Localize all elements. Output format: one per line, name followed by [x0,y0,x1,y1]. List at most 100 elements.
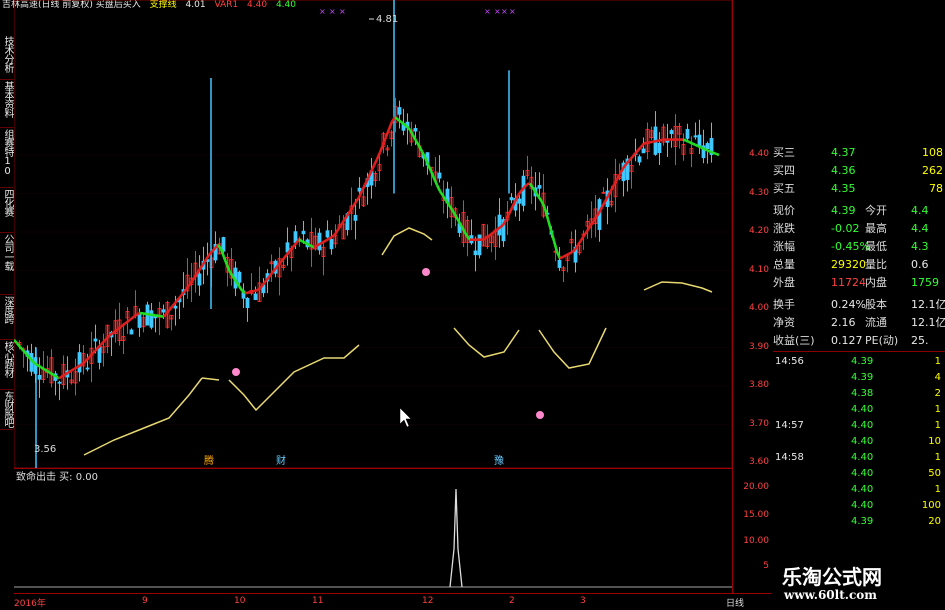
stat-label: 总量 [773,256,795,274]
ma-line-segment [53,375,56,377]
candle-body [670,130,673,133]
sidebar-tab-5[interactable]: 公司一载 [0,234,13,295]
stat2-row: 换手0.24%股本12.1亿 [773,296,945,314]
sidebar-tab-6[interactable]: 深度跨 [0,296,13,340]
tick-volume: 20 [928,514,941,530]
indicator-tick: 10.00 [743,536,769,546]
candle-body [686,129,689,138]
event-marker: × [319,7,326,16]
ma-line-segment [401,122,404,124]
ma-line-segment [506,214,509,220]
ma-line-segment [44,369,47,371]
candle-body [246,298,249,307]
ma-line-segment [554,241,557,252]
stat-value: 11724 [831,274,866,292]
tick-row: 14:584.401 [773,450,945,466]
time-label: 10 [234,596,245,606]
stat-label: 现价 [773,202,795,220]
ma-line-segment [653,141,656,142]
ask-price: 4.36 [831,162,856,180]
candle-body [150,311,153,328]
tick-volume: 50 [928,466,941,482]
candle-body [174,306,177,308]
stat2-label-2: PE(动) [865,332,898,350]
stat-value-2: 4.4 [911,220,929,238]
news-marker[interactable]: 豫 [494,454,504,467]
ma-line-segment [434,178,437,185]
high-label: 4.81 [376,14,398,25]
candle-body [78,353,81,372]
tick-price: 4.38 [851,386,873,402]
stat-label: 外盘 [773,274,795,292]
candlestick-chart[interactable]: 4.813.56×××××××腾财豫 [14,0,732,468]
ask-row: 买五4.3578 [773,180,945,198]
tick-row: 4.40100 [773,498,945,514]
price-axis: 4.404.304.204.104.003.903.803.703.60 [732,0,773,468]
ask-label: 买五 [773,180,795,198]
news-marker[interactable]: 财 [276,454,286,467]
ask-price: 4.35 [831,180,856,198]
ma-line-segment [239,286,242,291]
oscillator-line [454,328,519,357]
tick-row: 4.38 2 [773,386,945,402]
ma-line-segment [317,244,320,246]
ma-line-segment [644,143,647,144]
time-axis: 2016年910111223日线 [14,593,772,610]
ma-line-segment [164,313,167,317]
price-tick: 4.20 [749,226,769,236]
sidebar-tab-7[interactable]: 核心题材 [0,341,13,390]
ma-line-segment [20,347,23,350]
ask-label: 买三 [773,144,795,162]
ma-line-segment [440,191,443,196]
sidebar-tab-1[interactable]: 技术分析 [0,36,13,80]
tick-price: 4.39 [851,514,873,530]
candle-body [538,185,541,188]
stat2-value: 2.16 [831,314,856,332]
ask-label: 买四 [773,162,795,180]
tick-time: 14:56 [775,354,804,370]
indicator-chart[interactable]: 致命出击 买: 0.00 [14,468,732,594]
candle-body [518,199,521,203]
ma-line-segment [59,376,62,378]
sidebar-tab-2[interactable]: 基本资料 [0,81,13,128]
ma-line-segment [284,254,287,258]
tick-row: 4.4050 [773,466,945,482]
ma-line-segment [410,130,413,135]
tick-volume: 2 [935,386,941,402]
ma-line-segment [362,185,365,191]
ma-line-segment [77,365,80,367]
news-marker[interactable]: 腾 [204,454,214,467]
sidebar-tab-8[interactable]: 东财股吧 [0,391,13,430]
ma-line-segment [137,313,140,314]
tick-time: 14:58 [775,450,804,466]
tick-volume: 1 [935,450,941,466]
ma-line-segment [257,288,260,290]
ma-line-segment [35,364,38,366]
candle-body [498,215,501,235]
ma-line-segment [710,152,713,153]
ma-line-segment [47,371,50,373]
candle-body [438,173,441,178]
ma-line-segment [248,292,251,293]
stat-label: 涨跌 [773,220,795,238]
ask-volume: 108 [922,144,943,162]
tick-time: 14:57 [775,418,804,434]
stat2-value-2: 12.1亿 [911,296,945,314]
low-label: 3.56 [34,444,56,455]
ma-line-segment [389,122,392,130]
sidebar-tab-3[interactable]: 组赛特10 [0,129,13,188]
stat-label-2: 今开 [865,202,887,220]
ma-line-segment [452,210,455,215]
stat2-row: 收益(三)0.127PE(动)25. [773,332,945,350]
ma-line-segment [74,367,77,369]
ma-line-segment [302,241,305,243]
ma-line-segment [713,153,716,154]
ma-line-segment [314,246,317,248]
sidebar-tab-4[interactable]: 四化赛 [0,189,13,233]
tick-row: 4.401 [773,482,945,498]
time-label: 9 [142,596,148,606]
candle-body [326,231,329,237]
time-label: 2 [509,596,515,606]
ma-line-segment [548,219,551,230]
ask-volume: 262 [922,162,943,180]
